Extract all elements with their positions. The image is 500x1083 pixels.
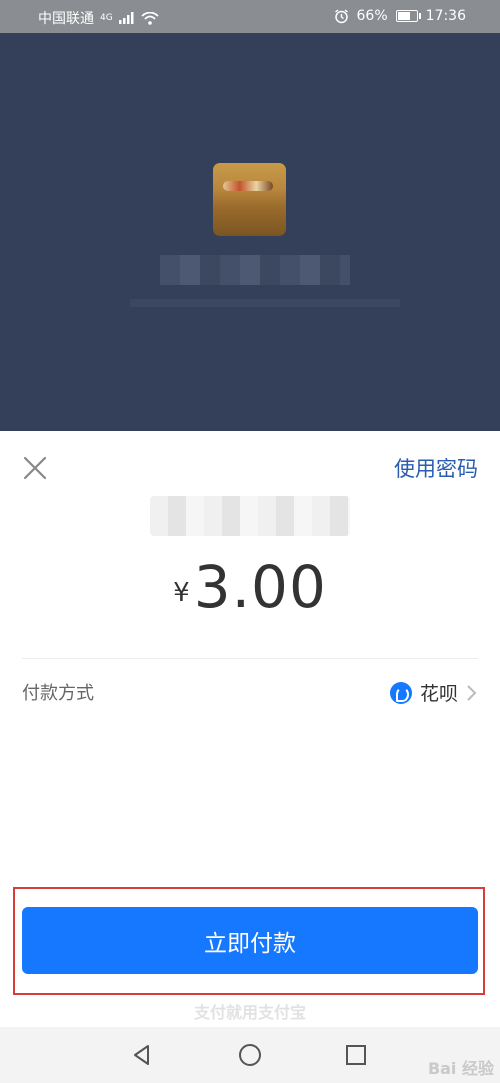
pay-method-selector[interactable]: 花呗 xyxy=(389,679,478,706)
wifi-icon xyxy=(141,11,159,25)
status-bar: 中国联通 4G 66% 17:36 xyxy=(0,0,500,33)
merchant-name-redacted xyxy=(160,255,350,285)
status-left: 中国联通 4G xyxy=(38,8,159,28)
footer-slogan: 支付就用支付宝 xyxy=(193,1003,306,1022)
battery-icon xyxy=(395,10,421,22)
carrier-name: 中国联通 xyxy=(38,11,94,27)
use-password-link[interactable]: 使用密码 xyxy=(394,453,478,483)
battery-fill xyxy=(397,12,410,20)
chevron-right-icon xyxy=(467,684,477,701)
home-circle-icon[interactable] xyxy=(236,1041,264,1069)
divider xyxy=(22,658,478,659)
amount-value: 3.00 xyxy=(193,553,327,621)
pay-now-button[interactable]: 立即付款 xyxy=(22,907,478,974)
clock: 17:36 xyxy=(425,8,466,24)
merchant-avatar xyxy=(213,163,286,236)
alarm-icon xyxy=(334,8,348,23)
network-type: 4G xyxy=(100,13,113,23)
status-right: 66% 17:36 xyxy=(334,8,466,24)
system-nav-bar: Bai 经验 xyxy=(0,1027,500,1083)
pay-method-label: 付款方式 xyxy=(22,683,94,704)
recents-square-icon[interactable] xyxy=(342,1041,370,1069)
dimmed-background[interactable] xyxy=(0,33,500,431)
payee-name-redacted xyxy=(150,496,350,536)
watermark: Bai 经验 xyxy=(427,1059,494,1078)
currency-symbol: ¥ xyxy=(173,578,190,608)
merchant-subtitle-redacted xyxy=(130,299,400,307)
amount: ¥3.00 xyxy=(0,553,500,621)
close-icon[interactable] xyxy=(20,453,50,483)
payment-sheet: 使用密码 ¥3.00 付款方式 花呗 立即付款 支付就用支付宝 xyxy=(0,431,500,1027)
signal-icon xyxy=(118,12,134,24)
pay-method-value: 花呗 xyxy=(419,683,458,705)
back-triangle-icon[interactable] xyxy=(128,1041,156,1069)
battery-percent: 66% xyxy=(356,8,388,24)
huabei-icon xyxy=(389,681,412,704)
